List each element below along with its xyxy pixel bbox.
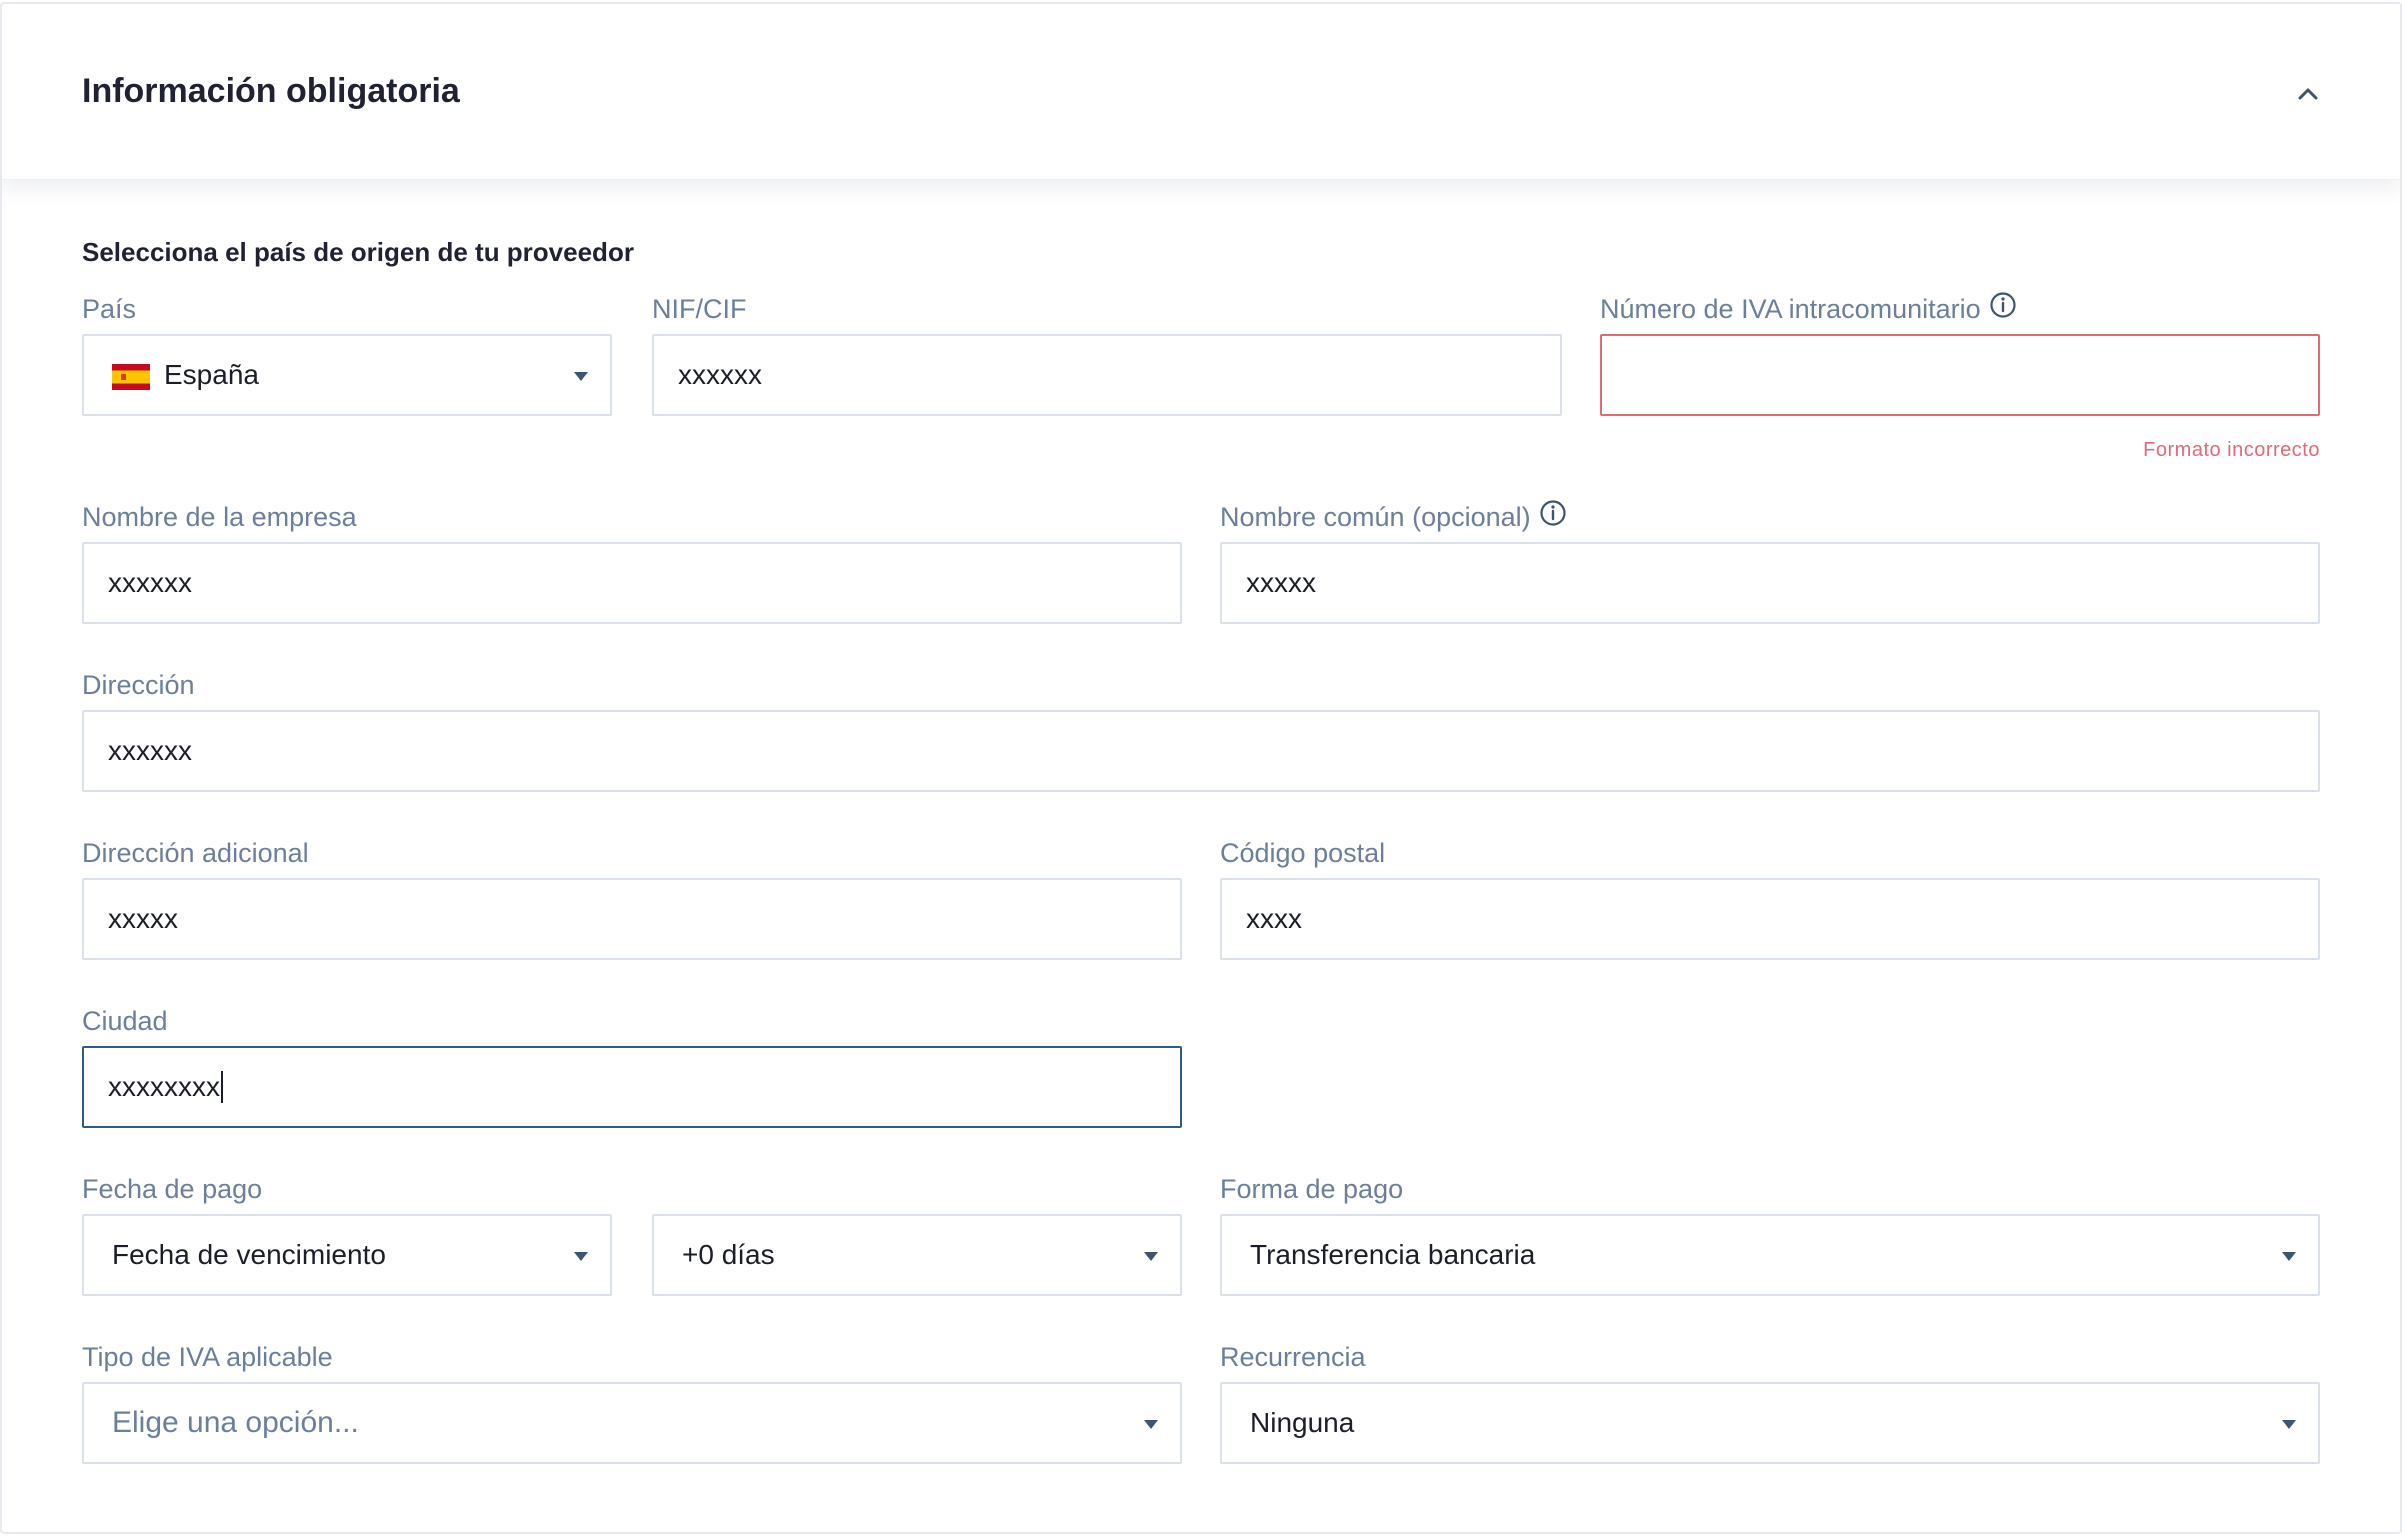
payment-method-select[interactable]: Transferencia bancaria	[1220, 1214, 2320, 1296]
payment-date-label: Fecha de pago	[82, 1174, 263, 1204]
company-name-value: xxxxxx	[108, 567, 192, 598]
postal-code-label: Código postal	[1220, 838, 1386, 868]
nif-value: xxxxxx	[678, 359, 762, 390]
payment-method-value: Transferencia bancaria	[1250, 1239, 1536, 1270]
postal-code-value: xxxx	[1246, 903, 1302, 934]
spain-flag-icon	[112, 364, 150, 390]
country-label: País	[82, 294, 137, 324]
common-name-value: xxxxx	[1246, 567, 1316, 598]
caret-down-icon	[1144, 1252, 1158, 1261]
text-cursor	[221, 1070, 223, 1103]
address-value: xxxxxx	[108, 735, 192, 766]
info-circle-icon[interactable]	[1989, 291, 2017, 327]
caret-down-icon	[1144, 1420, 1158, 1429]
vat-intracom-label: Número de IVA intracomunitario	[1600, 292, 2017, 327]
postal-code-input[interactable]: xxxx	[1220, 878, 2320, 960]
vat-type-select[interactable]: Elige una opción...	[82, 1382, 1182, 1464]
payment-offset-select[interactable]: +0 días	[652, 1214, 1182, 1296]
vat-type-label: Tipo de IVA aplicable	[82, 1342, 333, 1372]
caret-down-icon	[2282, 1252, 2296, 1261]
recurrence-value: Ninguna	[1250, 1407, 1355, 1438]
chevron-up-icon	[2298, 88, 2318, 100]
address-input[interactable]: xxxxxx	[82, 710, 2320, 792]
common-name-label: Nombre común (opcional)	[1220, 500, 1567, 535]
city-value-text: xxxxxxxx	[108, 1071, 220, 1102]
company-name-input[interactable]: xxxxxx	[82, 542, 1182, 624]
company-name-label: Nombre de la empresa	[82, 502, 357, 532]
collapse-button[interactable]	[2288, 74, 2328, 114]
additional-address-label: Dirección adicional	[82, 838, 309, 868]
payment-date-select[interactable]: Fecha de vencimiento	[82, 1214, 612, 1296]
card-header[interactable]: Información obligatoria	[2, 4, 2400, 180]
vat-intracom-label-text: Número de IVA intracomunitario	[1600, 294, 1981, 324]
payment-date-value: Fecha de vencimiento	[112, 1239, 386, 1270]
info-circle-icon[interactable]	[1539, 499, 1567, 535]
country-value: España	[164, 359, 259, 390]
recurrence-select[interactable]: Ninguna	[1220, 1382, 2320, 1464]
city-label: Ciudad	[82, 1006, 168, 1036]
payment-offset-value: +0 días	[682, 1239, 775, 1270]
caret-down-icon	[574, 372, 588, 381]
vat-type-placeholder: Elige una opción...	[112, 1406, 359, 1439]
country-select[interactable]: España	[82, 334, 612, 416]
common-name-input[interactable]: xxxxx	[1220, 542, 2320, 624]
address-label: Dirección	[82, 670, 195, 700]
vat-error-message: Formato incorrecto	[2143, 439, 2320, 461]
caret-down-icon	[574, 1252, 588, 1261]
city-input[interactable]: xxxxxxxx	[82, 1046, 1182, 1128]
additional-address-value: xxxxx	[108, 903, 178, 934]
caret-down-icon	[2282, 1420, 2296, 1429]
payment-method-label: Forma de pago	[1220, 1174, 1404, 1204]
recurrence-label: Recurrencia	[1220, 1342, 1366, 1372]
nif-input[interactable]: xxxxxx	[652, 334, 1562, 416]
common-name-label-text: Nombre común (opcional)	[1220, 502, 1531, 532]
mandatory-info-card: Información obligatoria Selecciona el pa…	[0, 2, 2402, 1534]
vat-intracom-input[interactable]	[1600, 334, 2320, 416]
additional-address-input[interactable]: xxxxx	[82, 878, 1182, 960]
city-value: xxxxxxxx	[108, 1048, 223, 1126]
section-title: Información obligatoria	[82, 72, 460, 110]
nif-label: NIF/CIF	[652, 294, 747, 324]
section-subtitle: Selecciona el país de origen de tu prove…	[82, 237, 634, 267]
